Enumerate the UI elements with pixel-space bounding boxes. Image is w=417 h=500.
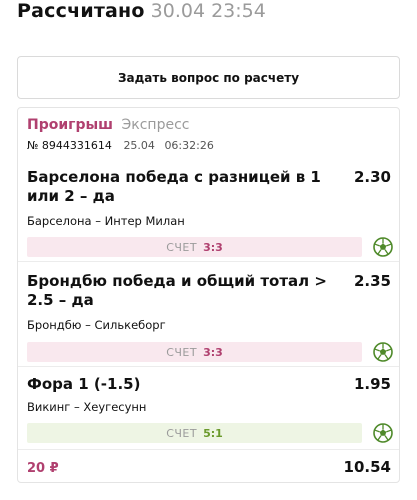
event-name: Брондбю победа и общий тотал > 2.5 – да (27, 272, 327, 309)
event-coefficient: 2.30 (353, 168, 391, 186)
bet-event: Брондбю победа и общий тотал > 2.5 – да … (27, 272, 393, 364)
event-match: Барселона – Интер Милан (27, 214, 185, 228)
event-score-bar: СЧЕТ 3:3 (27, 237, 362, 257)
score-label: СЧЕТ (166, 345, 198, 359)
bet-time: 06:32:26 (164, 139, 214, 152)
score-label: СЧЕТ (166, 240, 198, 254)
event-name: Барселона победа с разницей в 1 или 2 – … (27, 168, 321, 205)
event-coefficient: 2.35 (353, 272, 391, 290)
soccer-ball-icon (373, 342, 393, 362)
bet-result-label: Проигрыш (27, 117, 114, 133)
stake-amount: 20 ₽ (27, 461, 59, 476)
bet-event: Фора 1 (-1.5) 1.95 Викинг – Хеугесунн СЧ… (27, 375, 393, 447)
bet-number: № 8944331614 (27, 139, 112, 152)
soccer-ball-icon (373, 237, 393, 257)
bet-date: 25.04 (123, 139, 155, 152)
total-coefficient: 10.54 (343, 458, 391, 476)
status-title: Рассчитано (17, 0, 145, 22)
page-header: Рассчитано 30.04 23:54 (17, 0, 266, 26)
divider (18, 261, 399, 262)
event-name: Фора 1 (-1.5) (27, 375, 141, 393)
event-score-bar: СЧЕТ 3:3 (27, 342, 362, 362)
bet-type-label: Экспресс (121, 117, 190, 133)
settled-datetime: 30.04 23:54 (150, 0, 266, 22)
score-value: 3:3 (203, 240, 223, 254)
bet-status-row: Проигрыш Экспресс (27, 117, 189, 133)
score-value: 3:3 (203, 345, 223, 359)
bet-number-row: № 8944331614 25.04 06:32:26 (27, 139, 214, 152)
bet-card: Проигрыш Экспресс № 8944331614 25.04 06:… (17, 107, 400, 483)
event-coefficient: 1.95 (353, 375, 391, 393)
divider (18, 366, 399, 367)
event-score-bar: СЧЕТ 5:1 (27, 423, 362, 443)
score-value: 5:1 (203, 426, 223, 440)
bet-event: Барселона победа с разницей в 1 или 2 – … (27, 168, 393, 260)
event-match: Брондбю – Силькеборг (27, 318, 166, 332)
event-match: Викинг – Хеугесунн (27, 400, 147, 414)
soccer-ball-icon (373, 423, 393, 443)
ask-question-button[interactable]: Задать вопрос по расчету (17, 56, 400, 99)
divider (18, 449, 399, 450)
score-label: СЧЕТ (166, 426, 198, 440)
